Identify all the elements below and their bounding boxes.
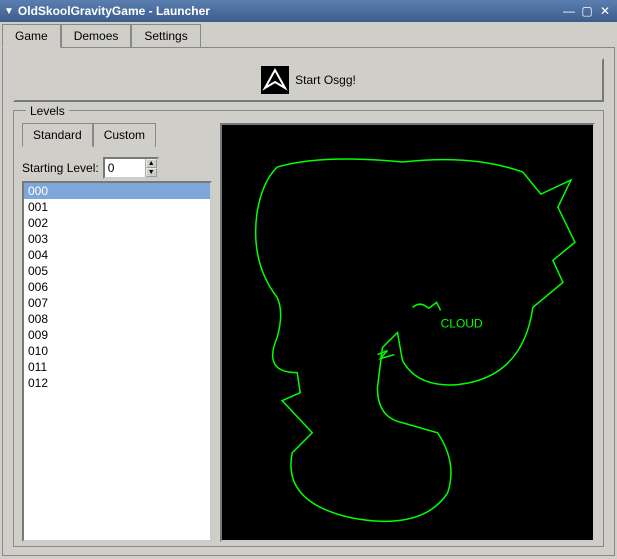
list-item[interactable]: 003 (24, 231, 210, 247)
spin-down-icon[interactable]: ▼ (146, 168, 157, 177)
tab-panel: Start Osgg! Levels Standard Custom Start… (2, 47, 615, 556)
list-item[interactable]: 000 (24, 183, 210, 199)
tab-demoes[interactable]: Demoes (61, 24, 132, 48)
maximize-button[interactable]: ▢ (579, 4, 595, 18)
window-menu-icon[interactable]: ▼ (4, 6, 14, 17)
levels-group: Levels Standard Custom Starting Level: ▲… (13, 110, 604, 547)
main-tabs: Game Demoes Settings (0, 22, 617, 48)
list-item[interactable]: 011 (24, 359, 210, 375)
list-item[interactable]: 008 (24, 311, 210, 327)
list-item[interactable]: 001 (24, 199, 210, 215)
list-item[interactable]: 004 (24, 247, 210, 263)
subtab-custom[interactable]: Custom (93, 123, 156, 147)
starting-level-input[interactable] (105, 159, 145, 177)
list-item[interactable]: 007 (24, 295, 210, 311)
level-preview: CLOUD (220, 123, 595, 542)
list-item[interactable]: 006 (24, 279, 210, 295)
start-button[interactable]: Start Osgg! (13, 58, 604, 102)
starting-level-row: Starting Level: ▲ ▼ (22, 157, 212, 179)
levels-subtabs: Standard Custom (22, 123, 212, 147)
close-button[interactable]: ✕ (597, 4, 613, 18)
map-annotation: CLOUD (441, 316, 483, 330)
tab-game[interactable]: Game (2, 24, 61, 48)
subtab-standard[interactable]: Standard (22, 123, 93, 147)
list-item[interactable]: 002 (24, 215, 210, 231)
starting-level-label: Starting Level: (22, 161, 99, 175)
tab-settings[interactable]: Settings (131, 24, 200, 48)
list-item[interactable]: 010 (24, 343, 210, 359)
list-item[interactable]: 005 (24, 263, 210, 279)
ship-icon (261, 66, 289, 94)
map-svg: CLOUD (222, 125, 593, 540)
starting-level-spinbox[interactable]: ▲ ▼ (103, 157, 159, 179)
minimize-button[interactable]: — (561, 4, 577, 18)
levels-listbox[interactable]: 000001002003004005006007008009010011012 (22, 181, 212, 542)
titlebar: ▼ OldSkoolGravityGame - Launcher — ▢ ✕ (0, 0, 617, 22)
spin-up-icon[interactable]: ▲ (146, 159, 157, 168)
start-button-label: Start Osgg! (295, 73, 356, 87)
list-item[interactable]: 012 (24, 375, 210, 391)
window-title: OldSkoolGravityGame - Launcher (18, 4, 559, 18)
levels-left-column: Standard Custom Starting Level: ▲ ▼ 0000… (22, 123, 212, 542)
list-item[interactable]: 009 (24, 327, 210, 343)
levels-legend: Levels (26, 104, 69, 118)
